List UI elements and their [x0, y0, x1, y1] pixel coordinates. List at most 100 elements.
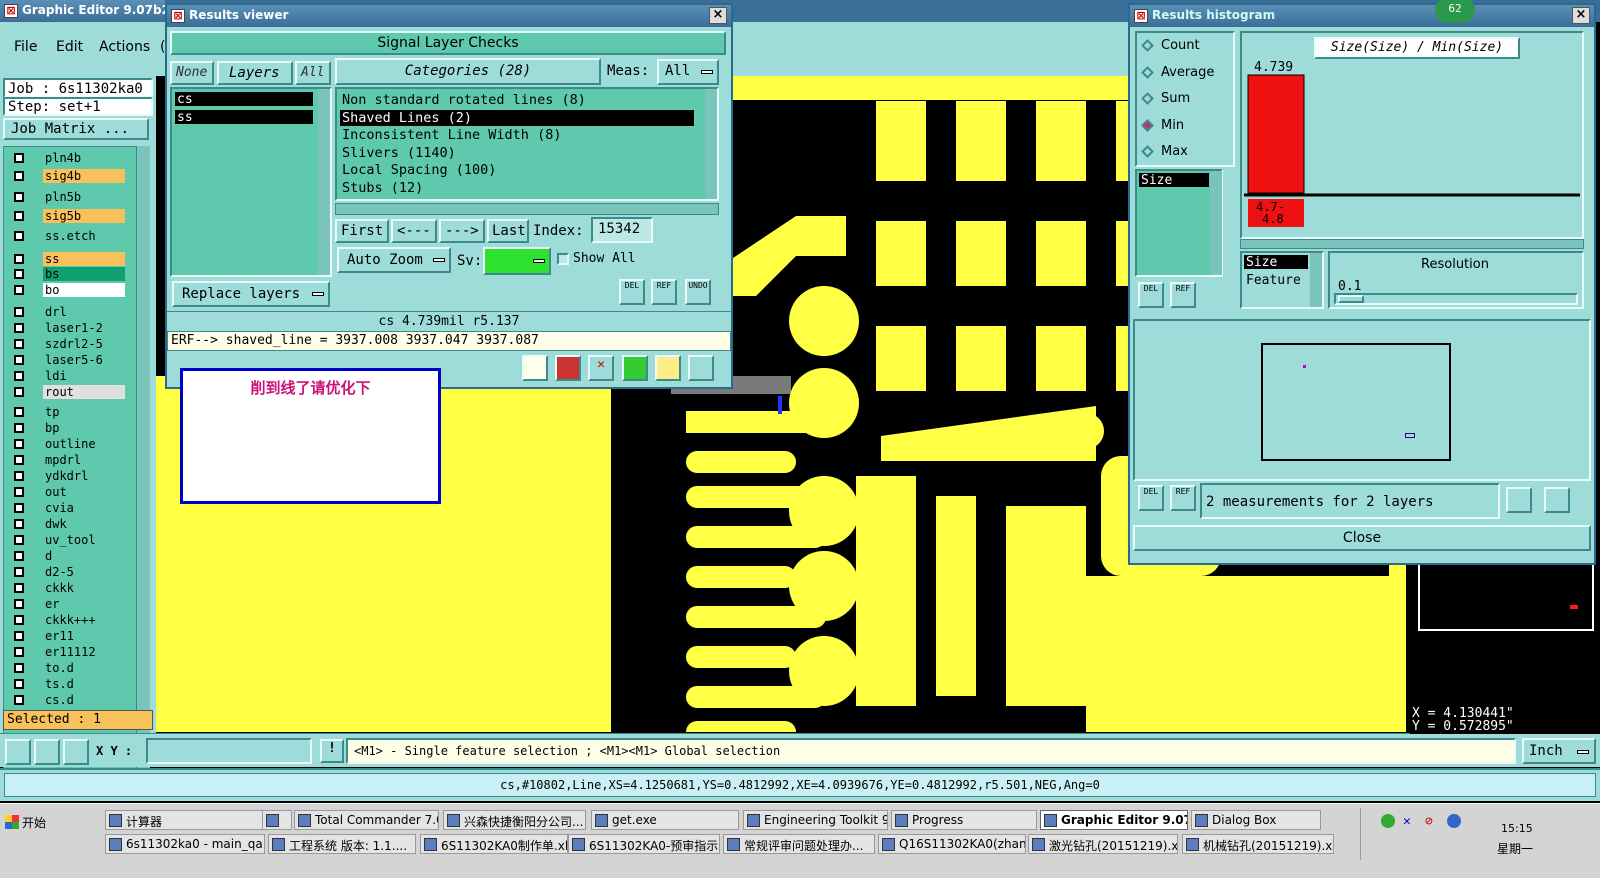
- layer-checkbox[interactable]: [14, 679, 24, 689]
- layer-list-scrollbar[interactable]: [136, 146, 150, 780]
- layer-name[interactable]: ss.etch: [43, 229, 125, 243]
- warning-icon[interactable]: !: [320, 739, 344, 763]
- zoom-icon[interactable]: [1506, 487, 1532, 513]
- layer-checkbox[interactable]: [14, 567, 24, 577]
- layer-name[interactable]: outline: [43, 437, 125, 451]
- layer-checkbox[interactable]: [14, 307, 24, 317]
- layer-row[interactable]: drl: [9, 305, 125, 319]
- layer-name[interactable]: ts.d: [43, 677, 125, 691]
- histogram-icon[interactable]: [688, 355, 714, 381]
- layer-checkbox[interactable]: [14, 355, 24, 365]
- layer-name[interactable]: ydkdrl: [43, 469, 125, 483]
- layer-row[interactable]: er11: [9, 629, 125, 643]
- undo-icon[interactable]: UNDO: [685, 279, 711, 305]
- layer-checkbox[interactable]: [14, 583, 24, 593]
- tray-icon[interactable]: [1381, 814, 1395, 828]
- layer-checkbox[interactable]: [14, 171, 24, 181]
- mode-radio[interactable]: Average: [1141, 64, 1233, 82]
- layer-name[interactable]: drl: [43, 305, 125, 319]
- chart-bar[interactable]: [1247, 74, 1305, 194]
- grid-icon[interactable]: [63, 739, 89, 765]
- layer-row[interactable]: dwk: [9, 517, 125, 531]
- none-button[interactable]: None: [170, 61, 214, 85]
- tray-icon[interactable]: ⊘: [1425, 814, 1439, 829]
- taskbar-button[interactable]: Dialog Box: [1191, 810, 1321, 830]
- layer-checkbox[interactable]: [14, 254, 24, 264]
- close-icon[interactable]: ×: [1572, 7, 1590, 24]
- mode-radio[interactable]: Min: [1141, 117, 1233, 135]
- action-icon-1[interactable]: [522, 355, 548, 381]
- taskbar-button[interactable]: [262, 810, 292, 830]
- category-item[interactable]: Non standard rotated lines (8): [340, 92, 694, 108]
- taskbar-button[interactable]: 6s11302ka0 - main_qa: [105, 834, 265, 854]
- mode-radio[interactable]: Max: [1141, 143, 1233, 161]
- index-field[interactable]: 15342: [591, 217, 653, 243]
- category-item[interactable]: Shaved Lines (2): [340, 109, 694, 126]
- layer-checkbox[interactable]: [14, 503, 24, 513]
- layer-name[interactable]: to.d: [43, 661, 125, 675]
- size-list-scrollbar[interactable]: [1210, 171, 1222, 275]
- layer-row[interactable]: outline: [9, 437, 125, 451]
- layer-checkbox[interactable]: [14, 455, 24, 465]
- layer-checkbox[interactable]: [14, 153, 24, 163]
- layer-name[interactable]: pln5b: [43, 190, 125, 204]
- layer-row[interactable]: laser5-6: [9, 353, 125, 367]
- layer-checkbox[interactable]: [14, 535, 24, 545]
- layer-checkbox[interactable]: [14, 471, 24, 481]
- action-icon-4[interactable]: [622, 355, 648, 381]
- layer-checkbox[interactable]: [14, 211, 24, 221]
- layer-row[interactable]: to.d: [9, 661, 125, 675]
- category-item[interactable]: Stubs (12): [340, 180, 694, 196]
- mode-radio[interactable]: Sum: [1141, 90, 1233, 108]
- layer-checkbox[interactable]: [14, 631, 24, 641]
- layer-name[interactable]: mpdrl: [43, 453, 125, 467]
- layer-row[interactable]: rout: [9, 385, 125, 399]
- close-icon[interactable]: ×: [709, 7, 727, 24]
- layer-name[interactable]: pln4b: [43, 151, 125, 165]
- zoom-fit-icon[interactable]: [1544, 487, 1570, 513]
- layer-name[interactable]: bp: [43, 421, 125, 435]
- layer-checkbox[interactable]: [14, 439, 24, 449]
- taskbar-button[interactable]: Q16S11302KA0(zhangp...: [878, 834, 1026, 854]
- layer-checkbox[interactable]: [14, 695, 24, 705]
- layer-checkbox[interactable]: [14, 519, 24, 529]
- next-button[interactable]: --->: [439, 219, 485, 243]
- taskbar-button[interactable]: Graphic Editor 9.07b...: [1040, 810, 1188, 830]
- layer-name[interactable]: ldi: [43, 369, 125, 383]
- menu-actions[interactable]: Actions: [99, 39, 150, 55]
- taskbar-button[interactable]: 机械钻孔(20151219).xl...: [1182, 834, 1334, 854]
- category-item[interactable]: Local Spacing (100): [340, 162, 694, 178]
- categories-scrollbar[interactable]: [705, 89, 717, 199]
- show-all-checkbox[interactable]: [557, 253, 569, 265]
- layer-row[interactable]: out: [9, 485, 125, 499]
- chart-hscroll[interactable]: [1240, 239, 1584, 249]
- layer-item[interactable]: cs: [175, 92, 313, 107]
- layer-row[interactable]: ts.d: [9, 677, 125, 691]
- ref-icon[interactable]: REF: [1170, 485, 1196, 511]
- layer-checkbox[interactable]: [14, 407, 24, 417]
- layer-checkbox[interactable]: [14, 551, 24, 561]
- layer-row[interactable]: pln5b: [9, 190, 125, 204]
- layer-row[interactable]: sig5b: [9, 209, 125, 223]
- layer-checkbox[interactable]: [14, 487, 24, 497]
- taskbar-button[interactable]: Total Commander 7.0 ...: [294, 810, 439, 830]
- layer-checkbox[interactable]: [14, 423, 24, 433]
- units-select[interactable]: Inch: [1522, 738, 1596, 764]
- first-button[interactable]: First: [335, 219, 389, 243]
- layer-checkbox[interactable]: [14, 285, 24, 295]
- taskbar-button[interactable]: get.exe: [591, 810, 739, 830]
- layer-row[interactable]: laser1-2: [9, 321, 125, 335]
- layer-row[interactable]: ckkk+++: [9, 613, 125, 627]
- replace-layers-select[interactable]: Replace layers: [172, 281, 330, 307]
- layer-row[interactable]: bp: [9, 421, 125, 435]
- last-button[interactable]: Last: [487, 219, 529, 243]
- layer-name[interactable]: dwk: [43, 517, 125, 531]
- start-button[interactable]: 开始: [2, 810, 62, 834]
- layer-row[interactable]: ydkdrl: [9, 469, 125, 483]
- snap-icon[interactable]: [5, 739, 31, 765]
- layer-name[interactable]: sig5b: [43, 209, 125, 223]
- sv-color-select[interactable]: [483, 247, 551, 275]
- layer-name[interactable]: tp: [43, 405, 125, 419]
- layer-row[interactable]: ckkk: [9, 581, 125, 595]
- angle-icon[interactable]: [34, 739, 60, 765]
